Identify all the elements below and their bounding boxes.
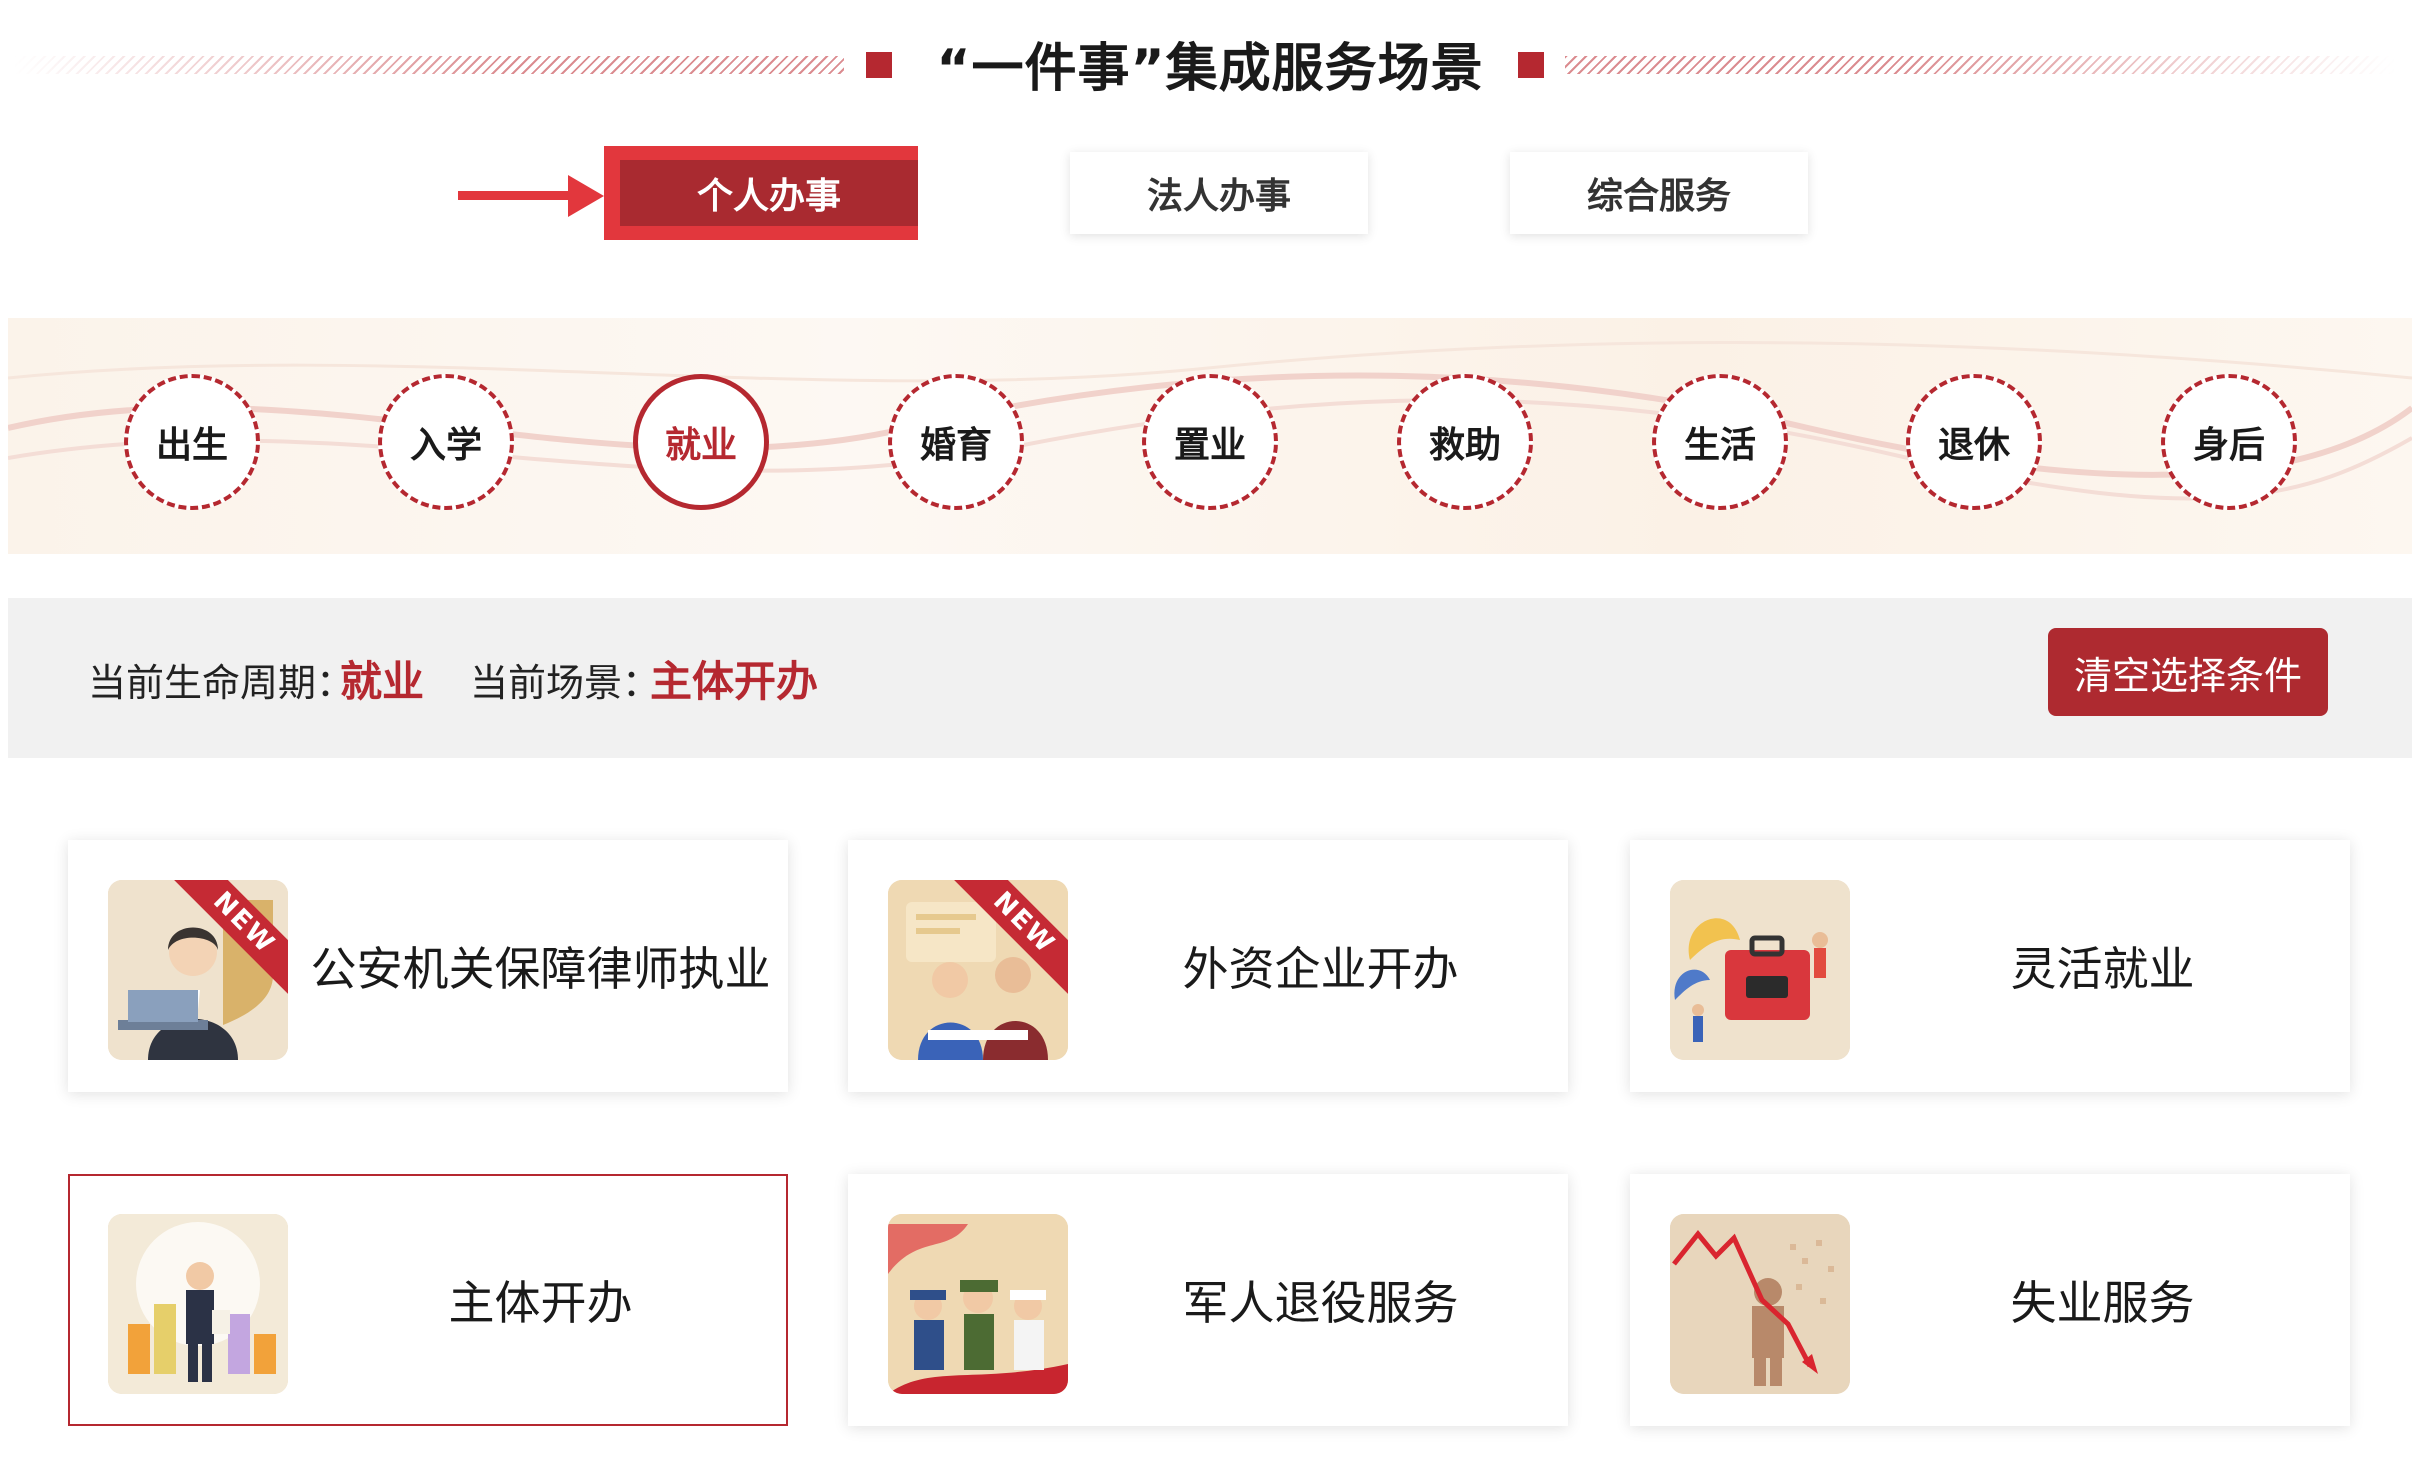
service-card-label: 军人退役服务 <box>1182 1276 1459 1330</box>
tab-legal-entity[interactable]: 法人办事 <box>1070 152 1368 234</box>
section-heading: “一件事”集成服务场景 <box>0 0 2419 130</box>
lifecycle-employment[interactable]: 就业 <box>633 374 769 510</box>
scene-filter-label: 当前场景： <box>470 661 661 705</box>
section-title: “一件事”集成服务场景 <box>936 39 1484 99</box>
clear-filters-button[interactable]: 清空选择条件 <box>2048 628 2328 716</box>
lifecycle-living[interactable]: 生活 <box>1652 374 1788 510</box>
briefcase-illustration-icon <box>1670 880 1850 1060</box>
heading-left-decoration <box>14 56 844 74</box>
service-card[interactable]: NEW 公安机关保障律师执业 <box>68 840 788 1092</box>
tab-general-service[interactable]: 综合服务 <box>1510 152 1808 234</box>
lifecycle-filter-label: 当前生命周期： <box>88 661 355 705</box>
service-card-label: 外资企业开办 <box>1182 942 1459 996</box>
declining-chart-illustration-icon <box>1670 1214 1850 1394</box>
lifecycle-assistance[interactable]: 救助 <box>1397 374 1533 510</box>
lifecycle-posthumous[interactable]: 身后 <box>2161 374 2297 510</box>
lifecycle-filter-value: 就业 <box>340 657 425 706</box>
business-owner-illustration-icon <box>108 1214 288 1394</box>
service-card[interactable]: NEW 外资企业开办 <box>848 840 1568 1092</box>
heading-left-square-icon <box>866 52 892 78</box>
business-meeting-illustration-icon: NEW <box>888 880 1068 1060</box>
lifecycle-school[interactable]: 入学 <box>378 374 514 510</box>
service-card-label: 灵活就业 <box>2010 942 2195 996</box>
heading-right-square-icon <box>1518 52 1544 78</box>
pointer-arrow-icon <box>458 191 574 200</box>
lifecycle-housing[interactable]: 置业 <box>1142 374 1278 510</box>
scene-filter-value: 主体开办 <box>650 657 819 706</box>
lifecycle-retirement[interactable]: 退休 <box>1906 374 2042 510</box>
service-card[interactable]: 灵活就业 <box>1630 840 2350 1092</box>
service-card[interactable]: 军人退役服务 <box>848 1174 1568 1426</box>
lifecycle-marriage[interactable]: 婚育 <box>888 374 1024 510</box>
service-card-label: 主体开办 <box>448 1276 633 1330</box>
service-card-label: 失业服务 <box>2010 1276 2195 1330</box>
lifecycle-band: 出生 入学 就业 婚育 置业 救助 生活 退休 身后 <box>8 318 2412 554</box>
service-card-label: 公安机关保障律师执业 <box>310 942 771 996</box>
soldiers-salute-illustration-icon <box>888 1214 1068 1394</box>
filter-bar: 当前生命周期： 就业 当前场景： 主体开办 清空选择条件 <box>8 598 2412 758</box>
tab-personal[interactable]: 个人办事 <box>620 160 918 226</box>
lawyer-illustration-icon: NEW <box>108 880 288 1060</box>
service-card[interactable]: 失业服务 <box>1630 1174 2350 1426</box>
service-card-selected[interactable]: 主体开办 <box>68 1174 788 1426</box>
lifecycle-birth[interactable]: 出生 <box>124 374 260 510</box>
heading-right-decoration <box>1565 56 2395 74</box>
pointer-arrow-head-icon <box>568 175 604 217</box>
